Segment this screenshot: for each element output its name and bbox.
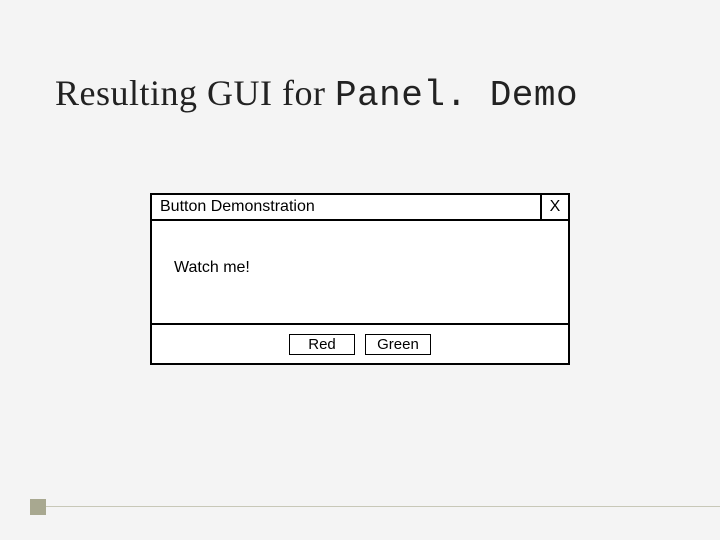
slide-title-code: Panel. Demo	[335, 75, 578, 116]
window-titlebar: Button Demonstration X	[152, 195, 568, 221]
slide-title: Resulting GUI for Panel. Demo	[55, 72, 578, 116]
footer-divider	[46, 506, 720, 507]
window-title: Button Demonstration	[152, 195, 540, 219]
button-panel: Red Green	[152, 323, 568, 363]
accent-square-icon	[30, 499, 46, 515]
demo-window: Button Demonstration X Watch me! Red Gre…	[150, 193, 570, 365]
green-button[interactable]: Green	[365, 334, 431, 355]
window-content: Watch me!	[152, 221, 568, 323]
close-button[interactable]: X	[540, 195, 568, 219]
slide-title-text: Resulting GUI for	[55, 73, 335, 113]
watch-me-label: Watch me!	[174, 259, 250, 276]
red-button[interactable]: Red	[289, 334, 355, 355]
